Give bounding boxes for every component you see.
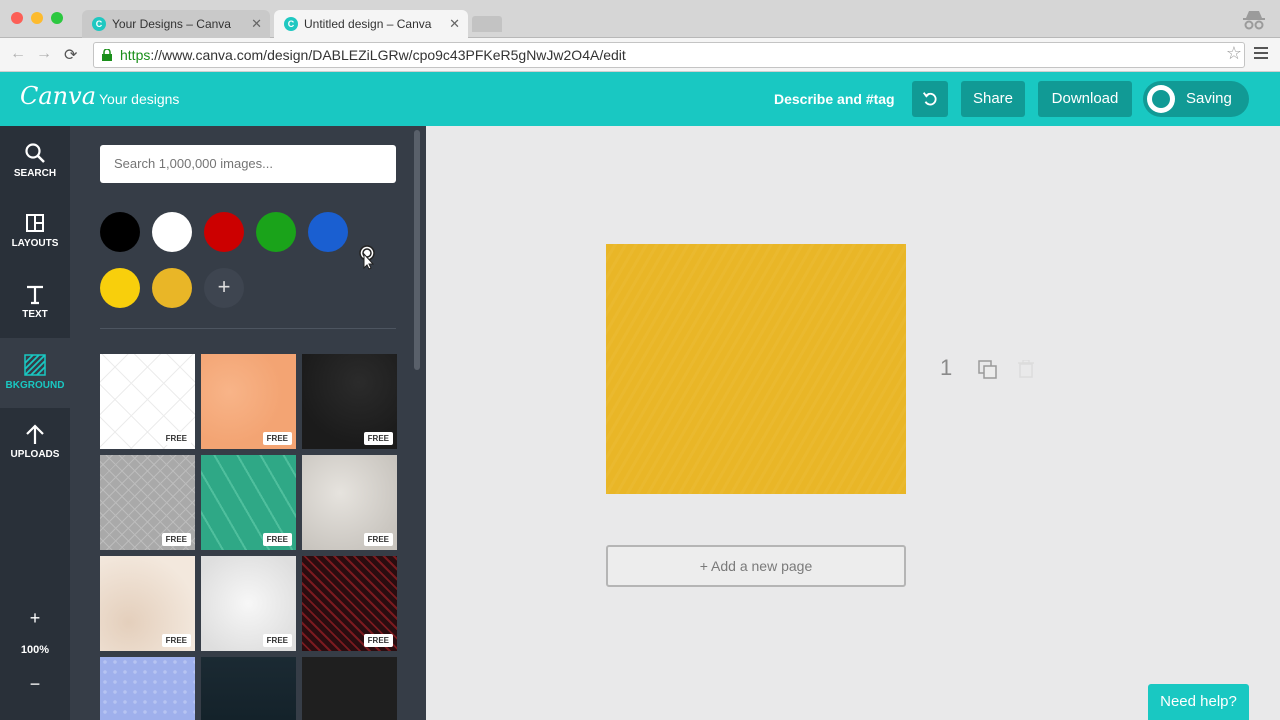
- describe-and-tag-link[interactable]: Describe and #tag: [774, 91, 895, 107]
- browser-tab-bar: C Your Designs – Canva ✕ C Untitled desi…: [0, 0, 1280, 38]
- color-swatch-black[interactable]: [100, 212, 140, 252]
- duplicate-page-icon[interactable]: [978, 360, 998, 380]
- tab-close-icon[interactable]: ✕: [449, 10, 460, 38]
- share-button[interactable]: Share: [961, 81, 1025, 117]
- add-new-page-button[interactable]: + Add a new page: [606, 545, 906, 587]
- zoom-level: 100%: [20, 644, 50, 656]
- tab-title: Your Designs – Canva: [112, 17, 231, 31]
- color-swatch-green[interactable]: [256, 212, 296, 252]
- search-icon: [25, 143, 45, 163]
- url-path: ://www.canva.com/design/DABLEZiLGRw/cpo9…: [150, 47, 626, 63]
- free-badge: FREE: [363, 432, 393, 445]
- tab-untitled-design[interactable]: C Untitled design – Canva ✕: [274, 10, 468, 38]
- browser-menu-icon[interactable]: [1254, 47, 1268, 62]
- bookmark-star-icon[interactable]: ☆: [1226, 43, 1242, 64]
- add-color-button[interactable]: +: [204, 268, 244, 308]
- address-bar[interactable]: https://www.canva.com/design/DABLEZiLGRw…: [93, 42, 1245, 68]
- new-tab-button[interactable]: [472, 16, 502, 32]
- search-images-input[interactable]: [100, 145, 396, 183]
- background-panel: + FREE FREE FREE FREE FREE FREE FREE FRE…: [70, 126, 426, 720]
- forward-icon[interactable]: →: [36, 45, 52, 63]
- tab-close-icon[interactable]: ✕: [251, 10, 262, 38]
- sidebar-item-text[interactable]: TEXT: [0, 267, 70, 337]
- undo-button[interactable]: [912, 81, 948, 117]
- tab-your-designs[interactable]: C Your Designs – Canva ✕: [82, 10, 270, 38]
- sidebar-item-uploads[interactable]: UPLOADS: [0, 407, 70, 477]
- page-number: 1: [940, 355, 953, 380]
- saving-status: Saving: [1143, 81, 1249, 117]
- free-badge: FREE: [262, 533, 292, 546]
- sidebar-item-label: BKGROUND: [5, 380, 65, 391]
- minimize-window-button[interactable]: [31, 12, 43, 24]
- download-button[interactable]: Download: [1038, 81, 1132, 117]
- saving-spinner-icon: [1147, 85, 1175, 113]
- zoom-in-button[interactable]: +: [0, 608, 70, 629]
- background-thumbnail[interactable]: FREE: [302, 354, 397, 449]
- background-thumbnail[interactable]: [100, 657, 195, 720]
- background-thumbnail[interactable]: [302, 657, 397, 720]
- upload-icon: [26, 424, 44, 444]
- layouts-icon: [26, 214, 44, 232]
- free-badge: FREE: [161, 432, 191, 445]
- background-thumbnail[interactable]: [201, 657, 296, 720]
- saving-label: Saving: [1186, 90, 1232, 107]
- background-thumbnail[interactable]: FREE: [302, 455, 397, 550]
- free-badge: FREE: [363, 634, 393, 647]
- background-icon: [24, 354, 46, 376]
- your-designs-link[interactable]: Your designs: [99, 91, 179, 107]
- incognito-icon: [1243, 11, 1265, 30]
- text-icon: [27, 285, 43, 305]
- sidebar-item-background[interactable]: BKGROUND: [0, 338, 70, 408]
- background-thumbnail[interactable]: FREE: [100, 556, 195, 651]
- background-thumbnail[interactable]: FREE: [302, 556, 397, 651]
- close-window-button[interactable]: [11, 12, 23, 24]
- sidebar-rail: SEARCH LAYOUTS TEXT BKGROUND UPLOADS + 1…: [0, 126, 70, 720]
- url-scheme: https: [120, 47, 151, 63]
- background-thumbnail[interactable]: FREE: [201, 556, 296, 651]
- design-page[interactable]: [606, 244, 906, 494]
- maximize-window-button[interactable]: [51, 12, 63, 24]
- canva-favicon-icon: C: [284, 17, 298, 31]
- need-help-button[interactable]: Need help?: [1148, 684, 1249, 720]
- background-thumbnail[interactable]: FREE: [201, 354, 296, 449]
- sidebar-item-label: TEXT: [22, 309, 48, 320]
- sidebar-item-label: UPLOADS: [10, 449, 60, 460]
- sidebar-item-search[interactable]: SEARCH: [0, 126, 70, 196]
- canva-logo[interactable]: Canva: [20, 82, 96, 110]
- background-thumbnail[interactable]: FREE: [201, 455, 296, 550]
- free-badge: FREE: [161, 533, 191, 546]
- canva-favicon-icon: C: [92, 17, 106, 31]
- color-swatch-blue[interactable]: [308, 212, 348, 252]
- free-badge: FREE: [161, 634, 191, 647]
- free-badge: FREE: [262, 634, 292, 647]
- app-header: Canva Your designs Describe and #tag Sha…: [0, 72, 1280, 126]
- sidebar-item-label: SEARCH: [13, 168, 57, 179]
- color-swatch-yellow[interactable]: [100, 268, 140, 308]
- undo-icon: [922, 92, 937, 106]
- delete-page-icon[interactable]: [1018, 360, 1034, 378]
- color-swatch-gold[interactable]: [152, 268, 192, 308]
- zoom-out-button[interactable]: −: [0, 674, 70, 695]
- background-thumbnail[interactable]: FREE: [100, 455, 195, 550]
- browser-toolbar: ← → ⟳ https://www.canva.com/design/DABLE…: [0, 38, 1280, 72]
- panel-scrollbar[interactable]: [414, 130, 420, 370]
- sidebar-item-label: LAYOUTS: [11, 238, 59, 249]
- background-thumbnail[interactable]: FREE: [100, 354, 195, 449]
- color-swatch-white[interactable]: [152, 212, 192, 252]
- color-swatch-red[interactable]: [204, 212, 244, 252]
- free-badge: FREE: [363, 533, 393, 546]
- sidebar-item-layouts[interactable]: LAYOUTS: [0, 196, 70, 266]
- free-badge: FREE: [262, 432, 292, 445]
- busy-cursor-icon: [359, 245, 375, 270]
- tab-title: Untitled design – Canva: [304, 17, 432, 31]
- panel-divider: [100, 328, 396, 329]
- back-icon[interactable]: ←: [10, 45, 26, 63]
- reload-icon[interactable]: ⟳: [64, 45, 77, 65]
- lock-icon: [102, 49, 112, 61]
